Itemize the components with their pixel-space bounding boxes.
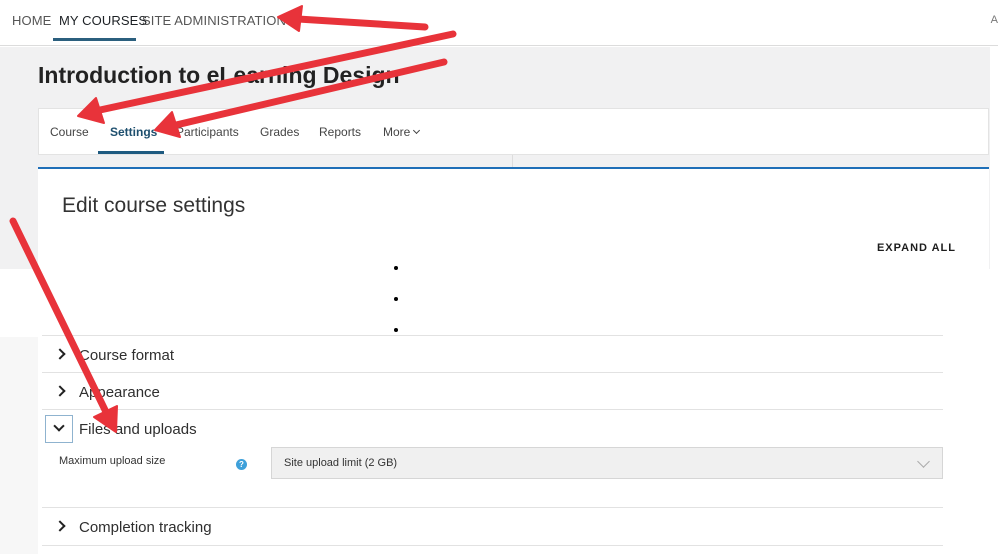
bullet-dot	[394, 328, 398, 332]
max-upload-size-select[interactable]: Site upload limit (2 GB)	[271, 447, 943, 479]
section-appearance[interactable]: Appearance	[42, 372, 943, 409]
select-value: Site upload limit (2 GB)	[284, 457, 398, 469]
moodle-page: HOME MY COURSES SITE ADMINISTRATION A In…	[0, 0, 998, 554]
section-completion-tracking[interactable]: Completion tracking	[42, 507, 943, 545]
divider	[42, 545, 943, 546]
chevron-right-icon	[54, 385, 66, 397]
band-edge	[990, 47, 998, 269]
chevron-right-icon	[54, 520, 66, 532]
expand-all-link[interactable]: EXPAND ALL	[877, 242, 956, 254]
chevron-down-icon	[53, 420, 65, 432]
section-label: Course format	[79, 347, 175, 364]
bullet-dot	[394, 297, 398, 301]
section-course-format[interactable]: Course format	[42, 335, 943, 372]
nav-active-underline	[53, 38, 136, 41]
collapse-toggle[interactable]	[45, 415, 73, 443]
max-upload-size-label: Maximum upload size	[59, 455, 166, 467]
section-files-and-uploads[interactable]: Files and uploads	[42, 409, 943, 449]
tab-more[interactable]: More	[383, 125, 421, 139]
section-label: Appearance	[79, 384, 160, 401]
chevron-down-icon	[917, 455, 930, 468]
chevron-down-icon	[413, 126, 421, 135]
course-title: Introduction to eLearning Design	[38, 62, 400, 88]
tab-participants[interactable]: Participants	[176, 125, 239, 139]
user-menu-edge[interactable]: A	[991, 14, 998, 26]
nav-my-courses-link[interactable]: MY COURSES	[59, 13, 147, 28]
help-icon[interactable]: ?	[236, 459, 247, 470]
tab-course[interactable]: Course	[50, 125, 89, 139]
section-label: Completion tracking	[79, 519, 212, 536]
edit-settings-card: Edit course settings EXPAND ALL	[38, 167, 989, 337]
tab-more-label: More	[383, 125, 411, 139]
divider	[512, 155, 513, 167]
tab-reports[interactable]: Reports	[319, 125, 361, 139]
tab-settings[interactable]: Settings	[110, 125, 157, 139]
tab-grades[interactable]: Grades	[260, 125, 299, 139]
secondary-navigation: Course Settings Participants Grades Repo…	[38, 108, 989, 155]
top-navigation: HOME MY COURSES SITE ADMINISTRATION A	[0, 0, 998, 46]
page-title: Edit course settings	[62, 194, 246, 217]
nav-site-administration-link[interactable]: SITE ADMINISTRATION	[142, 13, 286, 28]
tab-active-underline	[98, 151, 164, 154]
chevron-right-icon	[54, 348, 66, 360]
section-label: Files and uploads	[79, 421, 197, 438]
bullet-dot	[394, 266, 398, 270]
nav-home-link[interactable]: HOME	[12, 13, 51, 28]
